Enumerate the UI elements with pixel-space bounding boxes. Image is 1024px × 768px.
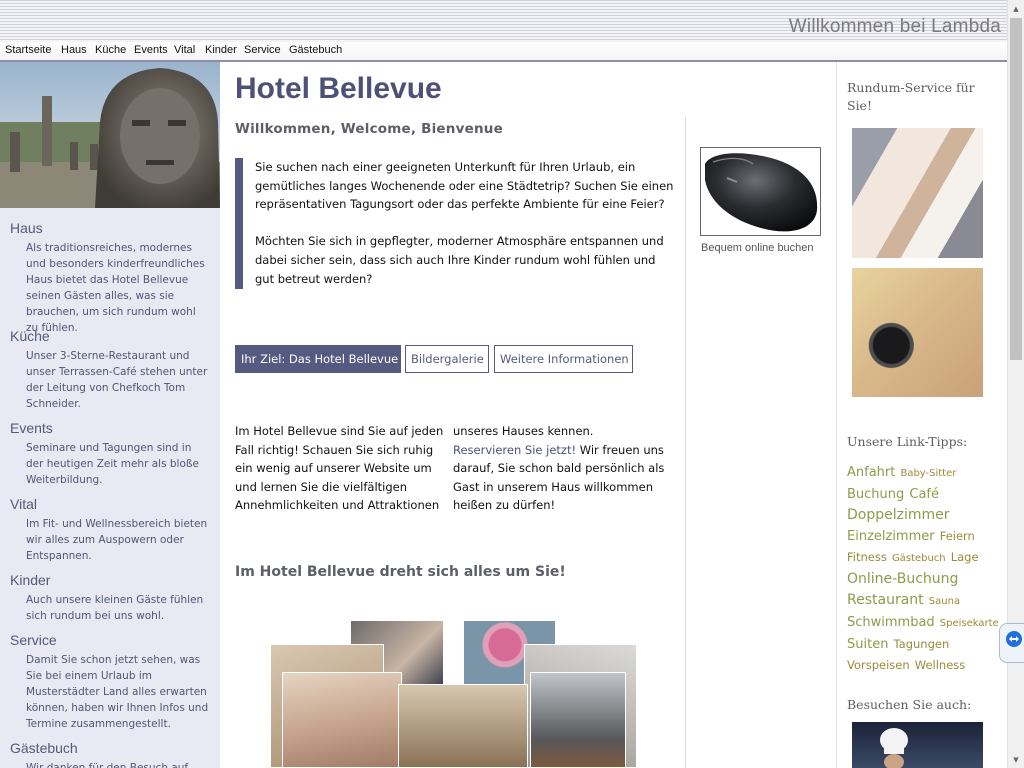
sidebar-section-vital: Vital Im Fit- und Wellnessbereich bieten… (10, 496, 210, 564)
column-divider (685, 117, 686, 768)
nav-haus[interactable]: Haus (61, 44, 87, 56)
nav-events[interactable]: Events (134, 44, 168, 56)
nav-kueche[interactable]: Küche (95, 44, 126, 56)
sidebar-title-haus[interactable]: Haus (10, 220, 210, 236)
wedding-photo[interactable] (852, 128, 983, 258)
tab-bildergalerie[interactable]: Bildergalerie (405, 345, 489, 373)
tag-cloud: Anfahrt Baby-Sitter Buchung Café Doppelz… (847, 461, 1005, 675)
collage-photo-pregnant[interactable] (282, 672, 402, 768)
tag-cafe[interactable]: Café (909, 487, 939, 502)
tag-doppelzimmer[interactable]: Doppelzimmer (847, 507, 950, 523)
tag-baby-sitter[interactable]: Baby-Sitter (900, 468, 956, 479)
nav-gaestebuch[interactable]: Gästebuch (289, 44, 342, 56)
sidebar-section-kinder: Kinder Auch unsere kleinen Gäste fühlen … (10, 572, 210, 624)
collage-photo-mirror[interactable] (398, 684, 528, 768)
sidebar-title-gaestebuch[interactable]: Gästebuch (10, 740, 210, 756)
site-header: Willkommen bei Lambda (0, 0, 1007, 42)
sidebar-title-vital[interactable]: Vital (10, 496, 210, 512)
sidebar-text-gaestebuch: Wir danken für den Besuch auf (26, 762, 189, 768)
remote-support-widget-icon[interactable] (999, 623, 1024, 663)
sidebar-title-service[interactable]: Service (10, 632, 210, 648)
section-heading: Im Hotel Bellevue dreht sich alles um Si… (235, 564, 566, 580)
reserve-now-link[interactable]: Reservieren Sie jetzt! (453, 443, 576, 457)
tag-lage[interactable]: Lage (951, 550, 979, 564)
chef-photo[interactable] (852, 722, 983, 768)
scroll-up-arrow-icon[interactable]: ▲ (1008, 0, 1024, 17)
sidebar-section-kueche: Küche Unser 3-Sterne-Restaurant und unse… (10, 328, 210, 412)
top-navigation: Startseite Haus Küche Events Vital Kinde… (0, 42, 1007, 62)
tag-wellness[interactable]: Wellness (915, 658, 966, 672)
tag-suiten[interactable]: Suiten (847, 637, 888, 652)
collage-photo-meeting[interactable] (530, 672, 626, 768)
header-title: Willkommen bei Lambda (788, 16, 1001, 37)
tag-speisekarte[interactable]: Speisekarte (940, 618, 999, 629)
link-tips-title: Unsere Link-Tipps: (847, 434, 968, 449)
sidebar-section-gaestebuch: Gästebuch Wir danken für den Besuch auf (10, 740, 210, 768)
tag-tagungen[interactable]: Tagungen (894, 637, 950, 651)
tag-sauna[interactable]: Sauna (929, 596, 960, 607)
sidebar-text-events: Seminare und Tagungen sind in der heutig… (26, 442, 199, 486)
service-title: Rundum-Service für Sie! (847, 80, 975, 113)
sidebar-section-haus: Haus Als traditionsreiches, modernes und… (10, 220, 210, 336)
sidebar-text-kinder: Auch unsere kleinen Gäste fühlen sich ru… (26, 594, 204, 622)
nav-kinder[interactable]: Kinder (205, 44, 237, 56)
tag-restaurant[interactable]: Restaurant (847, 592, 924, 608)
sidebar-title-events[interactable]: Events (10, 420, 210, 436)
scroll-thumb[interactable] (1010, 18, 1022, 360)
photo-collage (270, 620, 640, 768)
nav-startseite[interactable]: Startseite (5, 44, 51, 56)
visit-also-title: Besuchen Sie auch: (847, 697, 972, 712)
tab-ihr-ziel[interactable]: Ihr Ziel: Das Hotel Bellevue (235, 345, 401, 373)
tag-schwimmbad[interactable]: Schwimmbad (847, 615, 935, 630)
main-content: Hotel Bellevue Willkommen, Welcome, Bien… (220, 62, 836, 768)
scroll-down-arrow-icon[interactable]: ▼ (1008, 751, 1024, 768)
booking-image-link[interactable] (700, 147, 821, 236)
tab-weitere-informationen[interactable]: Weitere Informationen (494, 345, 633, 373)
sidebar-section-service: Service Damit Sie schon jetzt sehen, was… (10, 632, 210, 732)
tag-vorspeisen[interactable]: Vorspeisen (847, 658, 910, 672)
mouse-icon (705, 153, 818, 232)
nav-service[interactable]: Service (244, 44, 281, 56)
chef-hat-icon (880, 728, 908, 768)
column-2-text-start: unseres Hauses kennen. (453, 424, 594, 438)
sidebar-text-service: Damit Sie schon jetzt sehen, was Sie bei… (26, 654, 209, 730)
sidebar-title-kinder[interactable]: Kinder (10, 572, 210, 588)
page-title: Hotel Bellevue (235, 72, 442, 105)
sidebar-text-kueche: Unser 3-Sterne-Restaurant und unser Terr… (26, 350, 208, 410)
left-sidebar: Haus Als traditionsreiches, modernes und… (0, 62, 220, 768)
tag-gaestebuch[interactable]: Gästebuch (892, 553, 946, 564)
sidebar-section-events: Events Seminare und Tagungen sind in der… (10, 420, 210, 488)
booking-caption[interactable]: Bequem online buchen (701, 242, 814, 254)
text-column-2: unseres Hauses kennen. Reservieren Sie j… (453, 422, 665, 515)
tag-online-buchung[interactable]: Online-Buchung (847, 571, 958, 587)
woman-mirror-photo[interactable] (852, 268, 983, 397)
tag-buchung[interactable]: Buchung (847, 487, 904, 502)
text-column-1: Im Hotel Bellevue sind Sie auf jeden Fal… (235, 424, 444, 513)
sidebar-text-haus: Als traditionsreiches, modernes und beso… (26, 242, 205, 334)
tag-feiern[interactable]: Feiern (940, 529, 975, 543)
intro-quote: Sie suchen nach einer geeigneten Unterku… (235, 158, 675, 289)
nav-vital[interactable]: Vital (174, 44, 195, 56)
tag-anfahrt[interactable]: Anfahrt (847, 465, 895, 480)
tag-fitness[interactable]: Fitness (847, 550, 887, 564)
welcome-subtitle: Willkommen, Welcome, Bienvenue (235, 121, 503, 137)
intro-paragraph-1: Sie suchen nach einer geeigneten Unterku… (255, 160, 674, 212)
intro-paragraph-2: Möchten Sie sich in gepflegter, moderner… (255, 234, 664, 286)
statue-hero-image (0, 62, 220, 208)
tag-einzelzimmer[interactable]: Einzelzimmer (847, 529, 935, 544)
right-sidebar: Rundum-Service für Sie! Unsere Link-Tipp… (836, 62, 1007, 768)
sidebar-text-vital: Im Fit- und Wellnessbereich bieten wir a… (26, 518, 208, 562)
sidebar-title-kueche[interactable]: Küche (10, 328, 210, 344)
